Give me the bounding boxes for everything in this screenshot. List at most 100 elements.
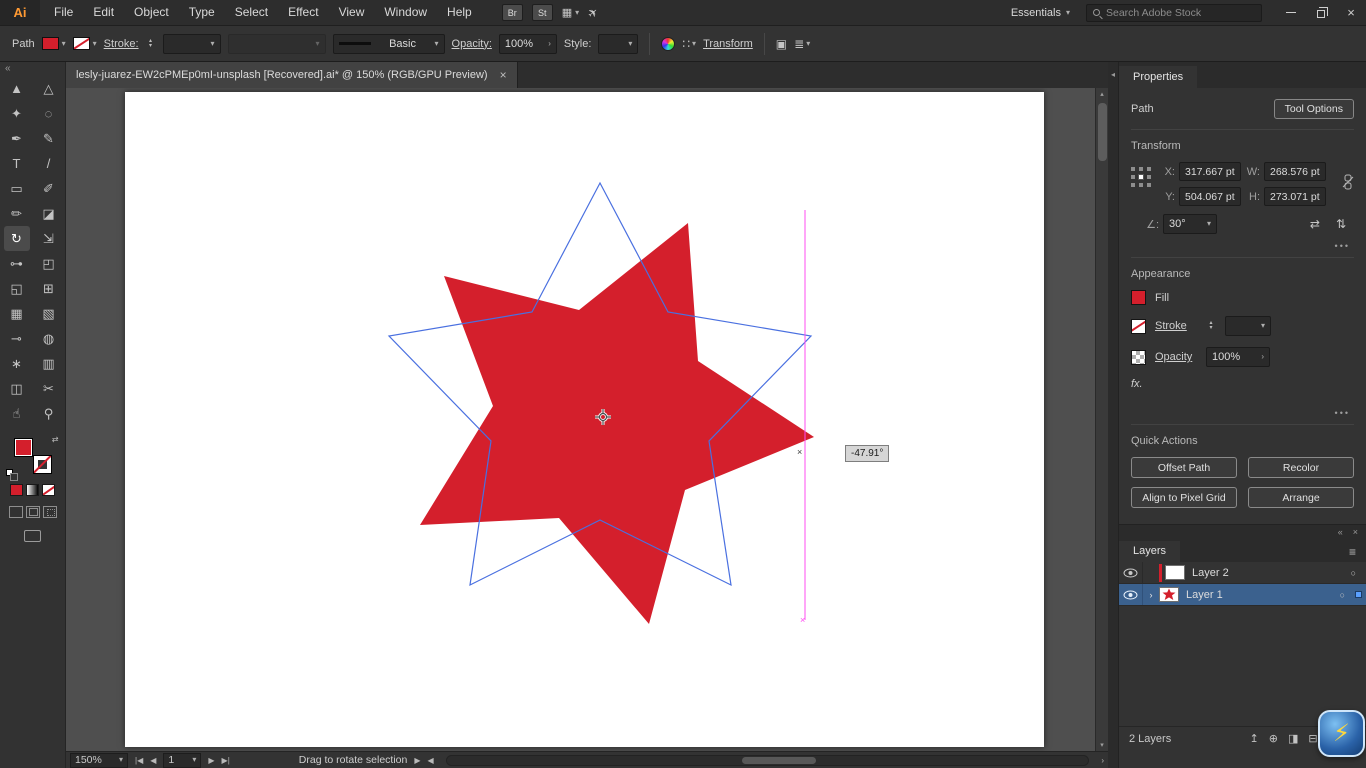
layer-thumbnail[interactable] (1159, 587, 1179, 602)
fx-effects-button[interactable]: fx. (1131, 378, 1143, 390)
layer-name[interactable]: Layer 1 (1186, 589, 1340, 601)
select-similar-button[interactable]: ≣▾ (794, 37, 810, 51)
opacity-swatch[interactable] (1131, 350, 1146, 365)
opacity-label[interactable]: Opacity: (452, 38, 492, 50)
mesh-tool[interactable]: ▦ (4, 301, 30, 326)
layer-target-icon[interactable]: ○ (1351, 568, 1356, 578)
color-button[interactable] (10, 484, 23, 496)
visibility-toggle[interactable] (1119, 584, 1143, 605)
more-options-icon[interactable]: ••• (1335, 241, 1350, 251)
last-artboard-button[interactable]: ▶| (222, 756, 230, 765)
layer-target-icon[interactable]: ○ (1340, 590, 1345, 600)
draw-behind-mode-button[interactable] (26, 506, 40, 518)
scroll-down-icon[interactable]: ▾ (1100, 741, 1104, 749)
free-transform-tool[interactable]: ◰ (36, 251, 62, 276)
horizontal-scrollbar-thumb[interactable] (742, 757, 816, 764)
default-fill-stroke-icon[interactable] (6, 469, 13, 476)
make-clipping-mask-icon[interactable]: ◨ (1288, 732, 1298, 745)
status-expand-icon[interactable]: ▶ (414, 756, 420, 765)
stock-button[interactable]: St (532, 4, 553, 21)
quick-action-offset-path[interactable]: Offset Path (1131, 457, 1237, 478)
stroke-color-control[interactable]: ▾ (73, 37, 97, 50)
menu-edit[interactable]: Edit (83, 0, 124, 25)
illustrator-logo[interactable]: Ai (0, 0, 40, 25)
eyedropper-tool[interactable]: ⊸ (4, 326, 30, 351)
symbol-sprayer-tool[interactable]: ∗ (4, 351, 30, 376)
style-select[interactable]: ▾ (598, 34, 638, 54)
stroke-swatch[interactable] (1131, 319, 1146, 334)
align-options-button[interactable]: ∷▾ (682, 37, 696, 51)
status-back-icon[interactable]: ◀ (428, 756, 434, 765)
paintbrush-tool[interactable]: ✐ (36, 176, 62, 201)
opacity-link[interactable]: Opacity (1155, 351, 1197, 363)
selection-tool[interactable]: ▲ (4, 76, 30, 101)
stroke-swatch[interactable] (33, 455, 52, 474)
stroke-weight-select[interactable]: ▾ (1225, 316, 1271, 336)
zoom-tool[interactable]: ⚲ (36, 401, 62, 426)
horizontal-scrollbar[interactable] (446, 755, 1090, 766)
pencil-tool[interactable]: ✏ (4, 201, 30, 226)
magic-wand-tool[interactable]: ✦ (4, 101, 30, 126)
direct-selection-tool[interactable]: △ (36, 76, 62, 101)
scroll-right-icon[interactable]: › (1101, 756, 1104, 765)
workspace-switcher[interactable]: Essentials ▾ (1011, 0, 1070, 25)
layer-row-selected[interactable]: › Layer 1 ○ (1119, 584, 1366, 606)
panel-menu-icon[interactable]: ≡ (1349, 542, 1356, 562)
quick-action-align-to-pixel-grid[interactable]: Align to Pixel Grid (1131, 487, 1237, 508)
type-tool[interactable]: T (4, 151, 30, 176)
width-tool[interactable]: ⊶ (4, 251, 30, 276)
menu-type[interactable]: Type (179, 0, 225, 25)
rotated-star-preview[interactable] (420, 223, 814, 624)
zoom-level-select[interactable]: 150% ▾ (70, 753, 128, 768)
stroke-weight-select[interactable]: ▾ (163, 34, 221, 54)
menu-help[interactable]: Help (437, 0, 482, 25)
layer-name[interactable]: Layer 2 (1192, 567, 1351, 579)
menu-object[interactable]: Object (124, 0, 179, 25)
fill-swatch[interactable] (1131, 290, 1146, 305)
stroke-weight-stepper[interactable]: ▴▾ (1206, 321, 1216, 331)
previous-artboard-button[interactable]: ◀ (150, 756, 156, 765)
stroke-weight-stepper[interactable]: ▴▾ (146, 39, 156, 49)
vertical-scrollbar-thumb[interactable] (1098, 103, 1107, 161)
curvature-tool[interactable]: ✎ (36, 126, 62, 151)
layer-thumbnail[interactable] (1165, 565, 1185, 580)
close-document-icon[interactable]: × (500, 68, 507, 82)
screen-mode-button[interactable] (24, 530, 41, 542)
quick-action-arrange[interactable]: Arrange (1248, 487, 1354, 508)
column-graph-tool[interactable]: ▥ (36, 351, 62, 376)
flip-horizontal-icon[interactable]: ⇄ (1310, 217, 1320, 231)
rectangle-tool[interactable]: ▭ (4, 176, 30, 201)
more-options-icon[interactable]: ••• (1335, 408, 1350, 418)
collapse-tools-icon[interactable]: « (5, 63, 11, 74)
isolate-object-button[interactable]: ▣ (776, 37, 787, 51)
reference-point-selector[interactable] (1131, 167, 1151, 187)
menu-effect[interactable]: Effect (278, 0, 328, 25)
restore-button[interactable] (1306, 0, 1336, 25)
recolor-artwork-button[interactable] (661, 37, 675, 51)
rotate-tool[interactable]: ↻ (4, 226, 30, 251)
line-segment-tool[interactable]: / (36, 151, 62, 176)
scroll-up-icon[interactable]: ▴ (1100, 90, 1104, 98)
document-tab[interactable]: lesly-juarez-EW2cPMEp0mI-unsplash [Recov… (66, 62, 518, 88)
opacity-select[interactable]: 100%› (499, 34, 557, 54)
menu-view[interactable]: View (329, 0, 375, 25)
arrange-documents-button[interactable]: ▦▾ (562, 6, 579, 19)
stock-search-field[interactable]: Search Adobe Stock (1086, 4, 1262, 22)
hand-tool[interactable]: ☝ (4, 401, 30, 426)
constrain-proportions-icon[interactable] (1342, 174, 1354, 193)
brush-definition-select[interactable]: Basic▾ (333, 34, 445, 54)
tool-options-button[interactable]: Tool Options (1274, 99, 1354, 119)
shape-builder-tool[interactable]: ◱ (4, 276, 30, 301)
opacity-select[interactable]: 100%› (1206, 347, 1270, 367)
artboard-navigation-select[interactable]: 1 ▾ (163, 753, 201, 768)
transform-link[interactable]: Transform (703, 38, 753, 50)
eraser-tool[interactable]: ◪ (36, 201, 62, 226)
slice-tool[interactable]: ✂ (36, 376, 62, 401)
gradient-button[interactable] (26, 484, 39, 496)
quick-action-recolor[interactable]: Recolor (1248, 457, 1354, 478)
close-panel-icon[interactable]: × (1353, 527, 1358, 537)
tab-properties[interactable]: Properties (1119, 66, 1197, 88)
blend-tool[interactable]: ◍ (36, 326, 62, 351)
vertical-scrollbar[interactable]: ▴ ▾ (1095, 88, 1108, 751)
expand-panels-icon[interactable]: ◂ (1111, 70, 1115, 79)
